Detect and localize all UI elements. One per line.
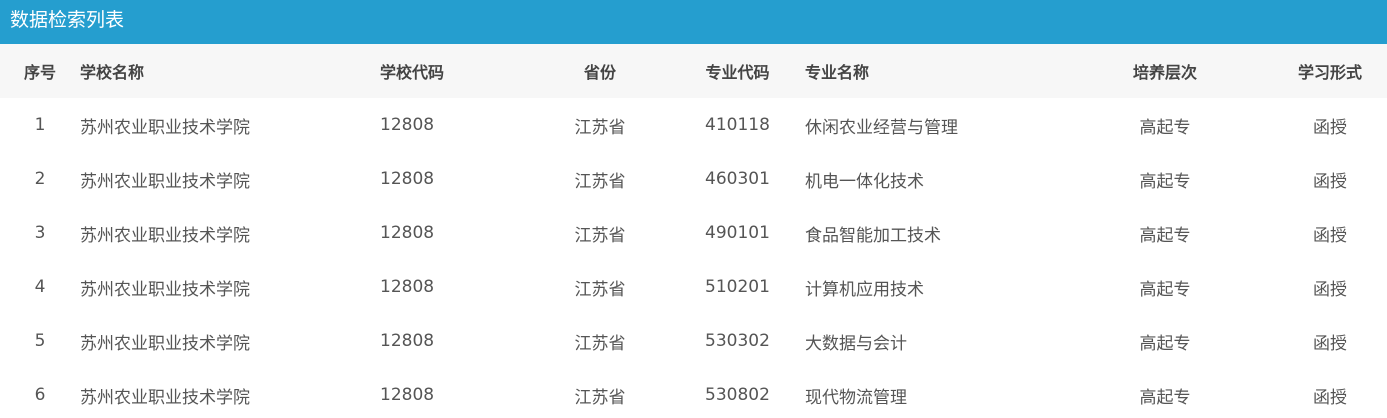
table-row: 5 苏州农业职业技术学院 12808 江苏省 530302 大数据与会计 高起专… [0,314,1387,368]
table-row: 1 苏州农业职业技术学院 12808 江苏省 410118 休闲农业经营与管理 … [0,98,1387,152]
cell-major-code: 490101 [705,223,770,243]
col-header-major-name: 专业名称 [805,63,870,82]
col-header-province: 省份 [583,63,616,82]
results-table: 序号 学校名称 学校代码 省份 专业代码 专业名称 培养层次 学习形式 1 苏州… [0,44,1387,418]
cell-index: 3 [34,223,46,243]
col-header-school-code: 学校代码 [380,63,445,82]
cell-province: 江苏省 [574,279,626,300]
cell-study-mode: 函授 [1313,279,1347,300]
table-row: 2 苏州农业职业技术学院 12808 江苏省 460301 机电一体化技术 高起… [0,152,1387,206]
cell-school-code: 12808 [380,169,435,189]
cell-school-code: 12808 [380,223,435,243]
cell-major-code: 510201 [705,277,770,297]
cell-school-name: 苏州农业职业技术学院 [80,225,250,246]
col-header-study-mode: 学习形式 [1297,63,1362,82]
cell-study-mode: 函授 [1313,225,1347,246]
cell-level: 高起专 [1139,117,1191,138]
cell-major-name: 食品智能加工技术 [805,225,941,246]
cell-major-code: 410118 [705,115,770,135]
cell-study-mode: 函授 [1313,333,1347,354]
cell-major-code: 460301 [705,169,770,189]
cell-level: 高起专 [1139,279,1191,300]
cell-study-mode: 函授 [1313,117,1347,138]
col-header-school-name: 学校名称 [80,63,145,82]
col-header-level: 培养层次 [1132,63,1197,82]
cell-level: 高起专 [1139,225,1191,246]
cell-school-name: 苏州农业职业技术学院 [80,171,250,192]
table-row: 6 苏州农业职业技术学院 12808 江苏省 530802 现代物流管理 高起专… [0,368,1387,418]
col-header-index: 序号 [23,63,56,82]
panel-title: 数据检索列表 [0,0,1387,44]
cell-school-code: 12808 [380,385,435,405]
cell-level: 高起专 [1139,333,1191,354]
cell-province: 江苏省 [574,333,626,354]
cell-level: 高起专 [1139,171,1191,192]
cell-major-code: 530302 [705,331,770,351]
cell-index: 2 [34,169,46,189]
cell-study-mode: 函授 [1313,171,1347,192]
table-header-row: 序号 学校名称 学校代码 省份 专业代码 专业名称 培养层次 学习形式 [0,44,1387,98]
cell-index: 5 [34,331,46,351]
data-search-panel: 数据检索列表 序号 学校名称 学校代码 省份 专业代码 专业名称 培养层次 学习… [0,0,1387,418]
cell-index: 4 [34,277,46,297]
cell-school-code: 12808 [380,277,435,297]
cell-school-name: 苏州农业职业技术学院 [80,117,250,138]
cell-province: 江苏省 [574,117,626,138]
cell-school-name: 苏州农业职业技术学院 [80,387,250,408]
cell-major-code: 530802 [705,385,770,405]
cell-major-name: 现代物流管理 [805,387,907,408]
cell-school-name: 苏州农业职业技术学院 [80,333,250,354]
cell-study-mode: 函授 [1313,387,1347,408]
cell-major-name: 机电一体化技术 [805,171,924,192]
cell-school-code: 12808 [380,331,435,351]
cell-index: 1 [34,115,46,135]
col-header-major-code: 专业代码 [705,63,770,82]
cell-province: 江苏省 [574,225,626,246]
cell-index: 6 [34,385,46,405]
cell-major-name: 大数据与会计 [805,333,907,354]
cell-major-name: 休闲农业经营与管理 [805,117,958,138]
table-row: 3 苏州农业职业技术学院 12808 江苏省 490101 食品智能加工技术 高… [0,206,1387,260]
cell-province: 江苏省 [574,387,626,408]
cell-major-name: 计算机应用技术 [805,279,924,300]
cell-level: 高起专 [1139,387,1191,408]
table-row: 4 苏州农业职业技术学院 12808 江苏省 510201 计算机应用技术 高起… [0,260,1387,314]
cell-province: 江苏省 [574,171,626,192]
cell-school-code: 12808 [380,115,435,135]
cell-school-name: 苏州农业职业技术学院 [80,279,250,300]
